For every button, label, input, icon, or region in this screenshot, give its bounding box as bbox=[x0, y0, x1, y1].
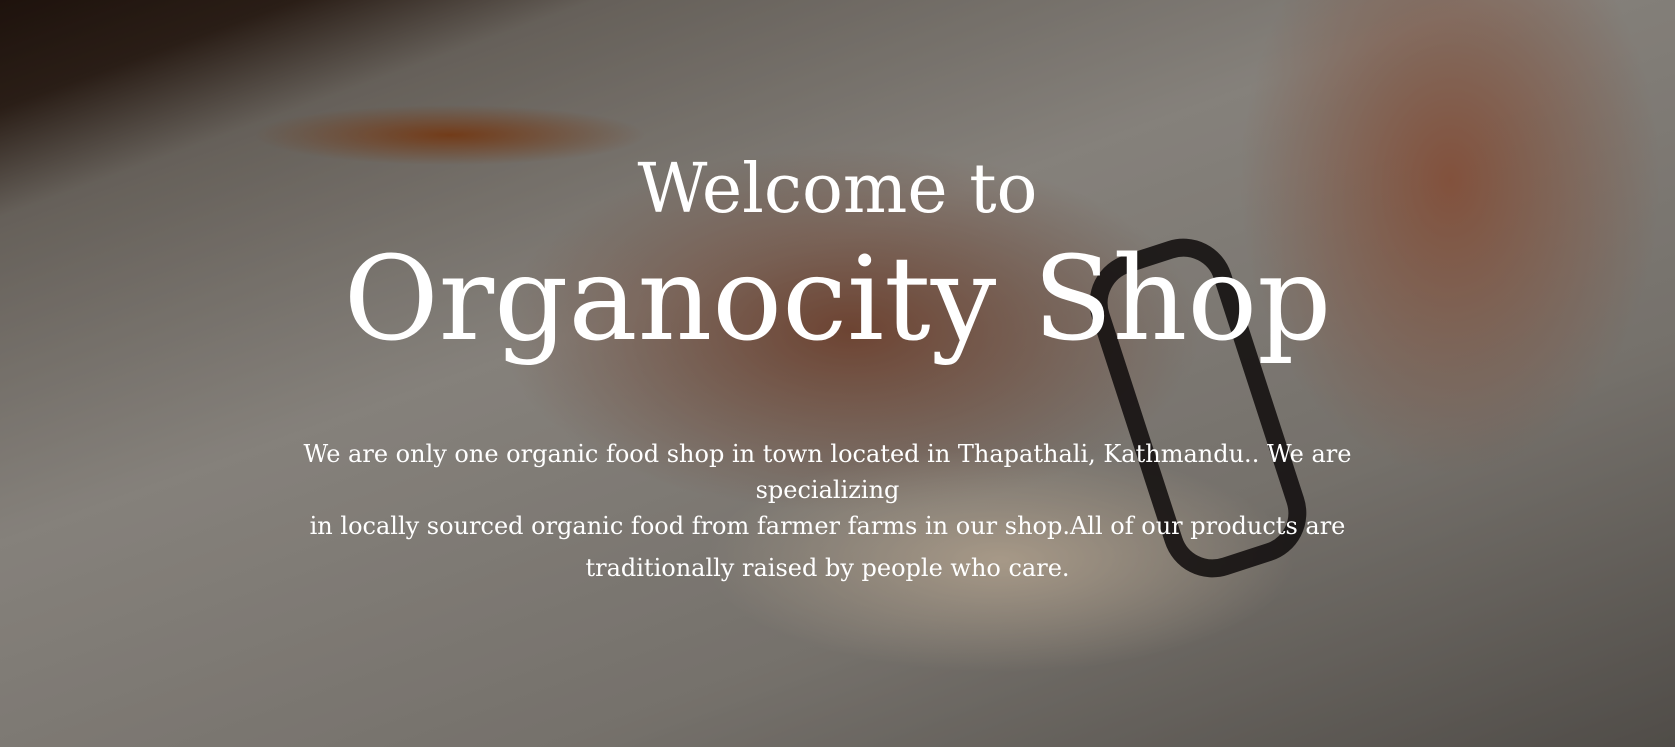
hero-title: Organocity Shop bbox=[343, 232, 1332, 367]
description-line: traditionally raised by people who care. bbox=[585, 554, 1070, 582]
description-line: We are only one organic food shop in tow… bbox=[303, 440, 1352, 504]
hero-banner: Welcome to Organocity Shop We are only o… bbox=[0, 0, 1675, 747]
description-line: in locally sourced organic food from far… bbox=[309, 512, 1346, 540]
hero-overlay bbox=[0, 0, 1675, 747]
hero-description: We are only one organic food shop in tow… bbox=[245, 436, 1410, 586]
hero-welcome: Welcome to bbox=[637, 150, 1038, 229]
